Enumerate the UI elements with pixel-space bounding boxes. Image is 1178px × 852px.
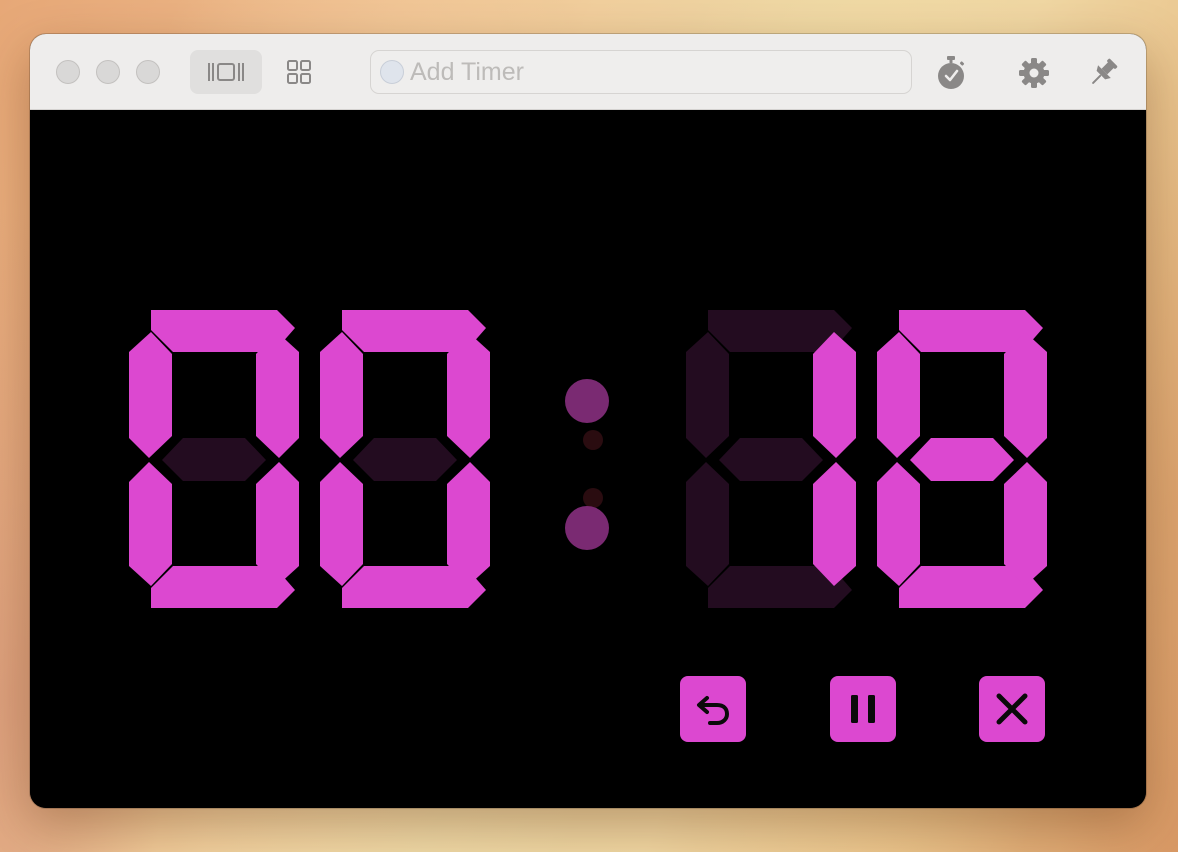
close-icon <box>996 693 1028 725</box>
segment-e <box>129 462 172 586</box>
grid-view-button[interactable] <box>264 50 334 94</box>
single-timer-view-icon <box>208 63 244 81</box>
window-close-button[interactable] <box>56 60 80 84</box>
segment-b <box>813 332 856 458</box>
timer-display: 00:18 <box>30 110 1146 808</box>
segment-g <box>910 438 1014 481</box>
segment-g <box>719 438 823 481</box>
stopwatch-button[interactable] <box>932 54 970 92</box>
segment-f <box>129 332 172 458</box>
segment-f <box>877 332 920 458</box>
stopwatch-icon <box>938 56 965 89</box>
add-timer-input[interactable] <box>404 51 911 93</box>
window-minimize-button[interactable] <box>96 60 120 84</box>
colon-dot-top <box>565 379 609 423</box>
segment-c <box>813 462 856 586</box>
segment-g <box>353 438 457 481</box>
pin-icon <box>1092 58 1118 84</box>
pause-button[interactable] <box>830 676 896 742</box>
segment-e <box>686 462 729 586</box>
timer-digit-4 <box>877 310 1047 608</box>
colon-dot-bottom-dim <box>583 488 603 508</box>
add-timer-search <box>370 50 912 94</box>
title-bar <box>30 34 1146 110</box>
settings-button[interactable] <box>1015 54 1053 92</box>
segment-e <box>320 462 363 586</box>
grid-view-icon <box>287 60 311 84</box>
segment-b <box>447 332 490 458</box>
pause-icon <box>851 695 875 723</box>
segment-b <box>256 332 299 458</box>
segment-c <box>256 462 299 586</box>
segment-e <box>877 462 920 586</box>
timer-digit-1 <box>129 310 299 608</box>
segment-f <box>686 332 729 458</box>
window-zoom-button[interactable] <box>136 60 160 84</box>
single-view-button[interactable] <box>190 50 262 94</box>
segment-b <box>1004 332 1047 458</box>
undo-arrow-icon <box>697 696 729 725</box>
segment-c <box>1004 462 1047 586</box>
colon-dot-top-dim <box>583 430 603 450</box>
segment-g <box>162 438 266 481</box>
reset-button[interactable] <box>680 676 746 742</box>
timer-digit-2 <box>320 310 490 608</box>
gear-icon <box>1019 58 1049 88</box>
stop-button[interactable] <box>979 676 1045 742</box>
segment-f <box>320 332 363 458</box>
pin-window-button[interactable] <box>1084 54 1122 92</box>
colon-dot-bottom <box>565 506 609 550</box>
timer-window: 00:18 <box>30 34 1146 808</box>
timer-color-indicator-icon <box>380 60 404 84</box>
timer-digit-3 <box>686 310 856 608</box>
segment-c <box>447 462 490 586</box>
